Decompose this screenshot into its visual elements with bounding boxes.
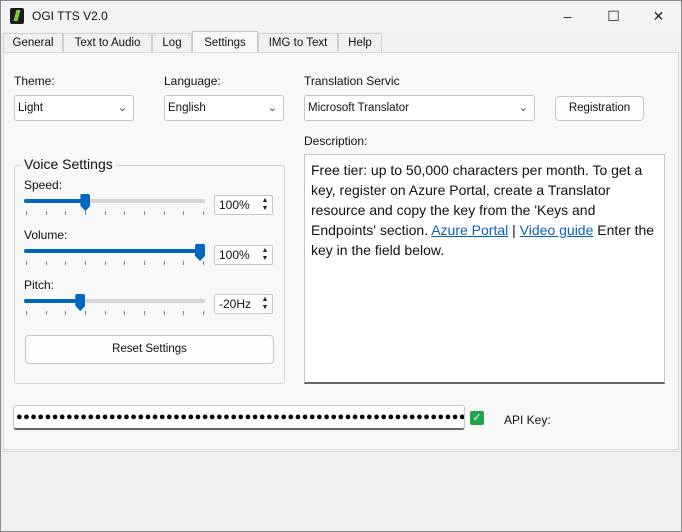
slider-tick (203, 211, 204, 215)
slider-tick (144, 311, 145, 315)
language-label: Language: (164, 74, 221, 88)
volume-slider[interactable] (24, 249, 205, 253)
slider-tick (124, 211, 126, 215)
speed-spinbox-buttons: ▲ ▼ (259, 197, 271, 213)
speed-label: Speed: (24, 178, 63, 192)
pitch-slider[interactable] (24, 299, 205, 303)
slider-tick (163, 311, 165, 315)
slider-tick (104, 311, 106, 315)
description-box: Free tier: up to 50,000 characters per m… (304, 154, 665, 384)
speed-value: 100% (219, 198, 250, 212)
spin-down-icon[interactable]: ▼ (259, 304, 271, 312)
slider-tick (183, 211, 185, 215)
tab-help[interactable]: Help (338, 33, 382, 53)
translation-service-label: Translation Servic (304, 74, 400, 88)
slider-tick (45, 261, 47, 265)
azure-portal-link[interactable]: Azure Portal (431, 222, 508, 238)
slider-tick (65, 211, 67, 215)
volume-value: 100% (219, 248, 250, 262)
pitch-slider-ticks (24, 311, 205, 315)
slider-tick (163, 211, 165, 215)
volume-spinbox[interactable]: 100% ▲ ▼ (214, 245, 273, 265)
api-key-label: API Key: (504, 413, 551, 427)
translation-service-value: Microsoft Translator (308, 102, 409, 114)
slider-tick (183, 261, 185, 265)
slider-tick (85, 311, 86, 315)
spin-down-icon[interactable]: ▼ (259, 255, 271, 263)
spin-up-icon[interactable]: ▲ (259, 197, 271, 205)
checkmark-icon: ✓ (472, 412, 482, 424)
volume-slider-fill (24, 249, 205, 253)
spin-down-icon[interactable]: ▼ (259, 205, 271, 213)
volume-slider-ticks (24, 261, 205, 265)
spin-up-icon[interactable]: ▲ (259, 296, 271, 304)
slider-tick (65, 311, 67, 315)
pitch-label: Pitch: (24, 278, 55, 292)
tab-general[interactable]: General (3, 33, 63, 53)
tab-log[interactable]: Log (152, 33, 192, 53)
description-label: Description: (304, 134, 368, 148)
volume-spinbox-buttons: ▲ ▼ (259, 247, 271, 263)
window-title: OGI TTS V2.0 (32, 9, 108, 23)
chevron-down-icon: ⌄ (117, 102, 127, 114)
app-logo-icon (10, 8, 24, 24)
slider-tick (163, 261, 165, 265)
tab-settings[interactable]: Settings (192, 31, 258, 54)
slider-tick (104, 211, 106, 215)
slider-tick (144, 211, 145, 215)
description-separator: | (508, 222, 520, 238)
pitch-spinbox[interactable]: -20Hz ▲ ▼ (214, 294, 273, 314)
minimize-icon[interactable]: – (545, 1, 590, 32)
speed-slider-fill (24, 199, 84, 203)
slider-tick (26, 311, 27, 315)
speed-slider-ticks (24, 211, 205, 215)
theme-select-value: Light (18, 102, 43, 114)
video-guide-link[interactable]: Video guide (520, 222, 594, 238)
spin-up-icon[interactable]: ▲ (259, 247, 271, 255)
show-api-key-checkbox[interactable]: ✓ (470, 411, 484, 425)
chevron-down-icon: ⌄ (518, 102, 528, 114)
slider-tick (203, 261, 204, 265)
close-icon[interactable]: ✕ (636, 1, 681, 32)
status-bar (1, 451, 681, 531)
theme-label: Theme: (14, 74, 55, 88)
slider-tick (65, 261, 67, 265)
pitch-spinbox-buttons: ▲ ▼ (259, 296, 271, 312)
slider-tick (203, 311, 204, 315)
tab-img-to-text[interactable]: IMG to Text (258, 33, 338, 53)
tab-text-to-audio[interactable]: Text to Audio (63, 33, 152, 53)
slider-tick (144, 261, 145, 265)
speed-slider[interactable] (24, 199, 205, 203)
slider-tick (85, 261, 86, 265)
maximize-icon[interactable]: ☐ (591, 1, 636, 32)
reset-settings-button[interactable]: Reset Settings (25, 335, 274, 364)
language-select[interactable]: English ⌄ (164, 95, 284, 121)
title-bar[interactable]: OGI TTS V2.0 – ☐ ✕ (1, 1, 681, 32)
speed-spinbox[interactable]: 100% ▲ ▼ (214, 195, 273, 215)
slider-tick (183, 311, 185, 315)
app-window: OGI TTS V2.0 – ☐ ✕ General Text to Audio… (0, 0, 682, 532)
api-key-input[interactable]: ●●●●●●●●●●●●●●●●●●●●●●●●●●●●●●●●●●●●●●●●… (13, 405, 465, 430)
slider-tick (26, 261, 27, 265)
slider-tick (85, 211, 86, 215)
voice-settings-title: Voice Settings (21, 156, 116, 172)
slider-tick (45, 211, 47, 215)
slider-tick (26, 211, 27, 215)
slider-tick (45, 311, 47, 315)
language-select-value: English (168, 102, 206, 114)
chevron-down-icon: ⌄ (267, 102, 277, 114)
volume-label: Volume: (24, 228, 68, 242)
pitch-slider-fill (24, 299, 79, 303)
slider-tick (104, 261, 106, 265)
theme-select[interactable]: Light ⌄ (14, 95, 134, 121)
pitch-value: -20Hz (219, 297, 252, 311)
slider-tick (124, 261, 126, 265)
translation-service-select[interactable]: Microsoft Translator ⌄ (304, 95, 535, 121)
slider-tick (124, 311, 126, 315)
registration-button[interactable]: Registration (555, 96, 644, 121)
